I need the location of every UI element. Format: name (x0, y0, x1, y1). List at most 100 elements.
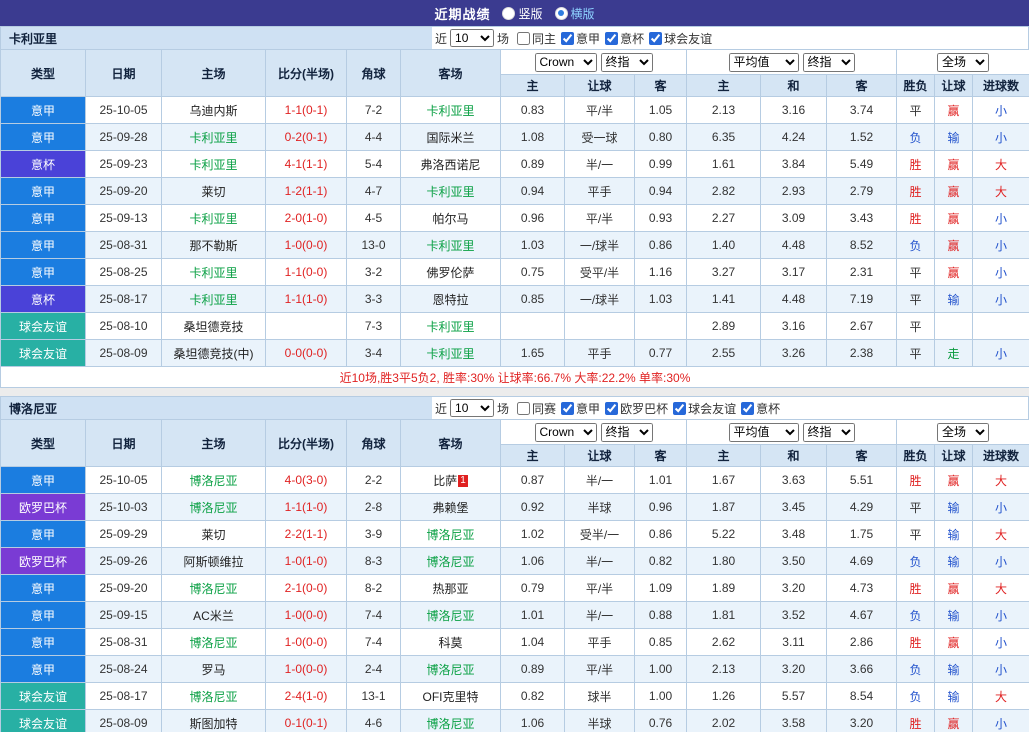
away-team[interactable]: 卡利亚里 (400, 312, 501, 340)
handicap-result: 输 (934, 655, 974, 683)
away-team[interactable]: 科莫 (400, 628, 501, 656)
scope-select[interactable]: 全场 (937, 52, 990, 72)
away-team[interactable]: 博洛尼亚 (400, 655, 501, 683)
corners: 2-4 (346, 655, 401, 683)
away-team[interactable]: 卡利亚里 (400, 177, 501, 205)
europe-odds-source-select[interactable]: 平均值 (728, 52, 799, 72)
asia-home-odds: 1.03 (500, 231, 565, 259)
league-filter[interactable]: 意甲 (561, 30, 600, 47)
home-team[interactable]: 卡利亚里 (161, 204, 266, 232)
home-team[interactable]: 博洛尼亚 (161, 574, 266, 602)
home-team[interactable]: 博洛尼亚 (161, 466, 266, 494)
home-team[interactable]: 阿斯顿维拉 (161, 547, 266, 575)
league-filter-checkbox[interactable] (561, 31, 575, 45)
home-team[interactable]: 斯图加特 (161, 709, 266, 732)
eu-home-odds: 1.61 (686, 150, 761, 178)
away-team[interactable]: 比萨 1 (400, 466, 501, 494)
home-team[interactable]: 博洛尼亚 (161, 628, 266, 656)
league-badge: 球会友谊 (0, 339, 86, 367)
same-filter-checkbox[interactable] (517, 31, 531, 45)
match-row: 意甲 25-08-25 卡利亚里 1-1(0-0) 3-2 佛罗伦萨 0.75 受平/半 1.1… (0, 258, 1029, 286)
home-team[interactable]: 莱切 (161, 177, 266, 205)
radio-icon-vertical[interactable] (502, 6, 516, 20)
match-date: 25-10-05 (85, 96, 162, 124)
home-team[interactable]: 博洛尼亚 (161, 682, 266, 710)
radio-icon-horizontal[interactable] (554, 6, 568, 20)
league-filter-checkbox[interactable] (605, 401, 619, 415)
league-filter[interactable]: 球会友谊 (649, 30, 712, 47)
away-team[interactable]: 卡利亚里 (400, 96, 501, 124)
asia-odds-source-select[interactable]: Crown (534, 52, 597, 72)
eu-away-odds: 7.19 (825, 285, 898, 313)
league-filter-checkbox[interactable] (605, 31, 619, 45)
layout-option-horizontal[interactable]: 横版 (554, 5, 595, 22)
home-team[interactable]: 卡利亚里 (161, 285, 266, 313)
europe-odds-source-select[interactable]: 平均值 (728, 422, 799, 442)
away-team[interactable]: 恩特拉 (400, 285, 501, 313)
eu-away-odds: 4.69 (825, 547, 898, 575)
league-badge: 意甲 (0, 655, 86, 683)
league-filter-checkbox[interactable] (673, 401, 687, 415)
away-team[interactable]: 博洛尼亚 (400, 601, 501, 629)
league-filter[interactable]: 意甲 (561, 400, 600, 417)
subcol-header: 和 (760, 444, 827, 467)
eu-away-odds: 8.52 (825, 231, 898, 259)
away-team[interactable]: 博洛尼亚 (400, 520, 501, 548)
europe-odds-time-select[interactable]: 终指 (802, 422, 855, 442)
home-team[interactable]: 卡利亚里 (161, 258, 266, 286)
league-filter-checkbox[interactable] (561, 401, 575, 415)
league-filter-checkbox[interactable] (649, 31, 663, 45)
away-team[interactable]: 热那亚 (400, 574, 501, 602)
result: 胜 (896, 574, 936, 602)
away-team[interactable]: 博洛尼亚 (400, 547, 501, 575)
asia-odds-time-select[interactable]: 终指 (600, 52, 653, 72)
asia-odds-time-select[interactable]: 终指 (600, 422, 653, 442)
away-team[interactable]: 卡利亚里 (400, 339, 501, 367)
layout-option-vertical[interactable]: 竖版 (502, 5, 543, 22)
home-team[interactable]: 桑坦德竞技 (161, 312, 266, 340)
match-count-select[interactable]: 10 (450, 29, 495, 47)
away-team[interactable]: 帕尔马 (400, 204, 501, 232)
result: 胜 (896, 709, 936, 732)
league-filter-checkbox[interactable] (741, 401, 755, 415)
score: 0-2(0-1) (265, 123, 347, 151)
same-filter[interactable]: 同赛 (517, 400, 556, 417)
league-filter[interactable]: 意杯 (741, 400, 780, 417)
away-team[interactable]: 卡利亚里 (400, 231, 501, 259)
away-team[interactable]: 弗洛西诺尼 (400, 150, 501, 178)
league-filter[interactable]: 意杯 (605, 30, 644, 47)
asia-home-odds: 0.96 (500, 204, 565, 232)
team-name: 博洛尼亚 (1, 397, 432, 419)
home-team[interactable]: 卡利亚里 (161, 150, 266, 178)
home-team[interactable]: 博洛尼亚 (161, 493, 266, 521)
asia-away-odds: 1.00 (634, 682, 687, 710)
asia-odds-source-select[interactable]: Crown (534, 422, 597, 442)
home-team[interactable]: 卡利亚里 (161, 123, 266, 151)
home-team[interactable]: 罗马 (161, 655, 266, 683)
away-team[interactable]: 博洛尼亚 (400, 709, 501, 732)
home-team[interactable]: 莱切 (161, 520, 266, 548)
away-team[interactable]: OFI克里特 (400, 682, 501, 710)
asia-home-odds: 0.94 (500, 177, 565, 205)
away-team[interactable]: 弗赖堡 (400, 493, 501, 521)
subcol-header: 主 (686, 444, 761, 467)
league-filter[interactable]: 球会友谊 (673, 400, 736, 417)
europe-odds-time-select[interactable]: 终指 (802, 52, 855, 72)
handicap-result: 赢 (934, 204, 974, 232)
same-filter-checkbox[interactable] (517, 401, 531, 415)
same-filter[interactable]: 同主 (517, 30, 556, 47)
away-team[interactable]: 佛罗伦萨 (400, 258, 501, 286)
asia-away-odds: 0.93 (634, 204, 687, 232)
league-filter[interactable]: 欧罗巴杯 (605, 400, 668, 417)
handicap-result: 赢 (934, 628, 974, 656)
scope-select[interactable]: 全场 (937, 422, 990, 442)
home-team[interactable]: 桑坦德竞技(中) (161, 339, 266, 367)
home-team[interactable]: 乌迪内斯 (161, 96, 266, 124)
subcol-header: 胜负 (896, 444, 936, 467)
away-team[interactable]: 国际米兰 (400, 123, 501, 151)
home-team[interactable]: AC米兰 (161, 601, 266, 629)
asia-home-odds: 0.82 (500, 682, 565, 710)
home-team[interactable]: 那不勒斯 (161, 231, 266, 259)
match-count-select[interactable]: 10 (450, 399, 495, 417)
eu-home-odds: 1.81 (686, 601, 761, 629)
